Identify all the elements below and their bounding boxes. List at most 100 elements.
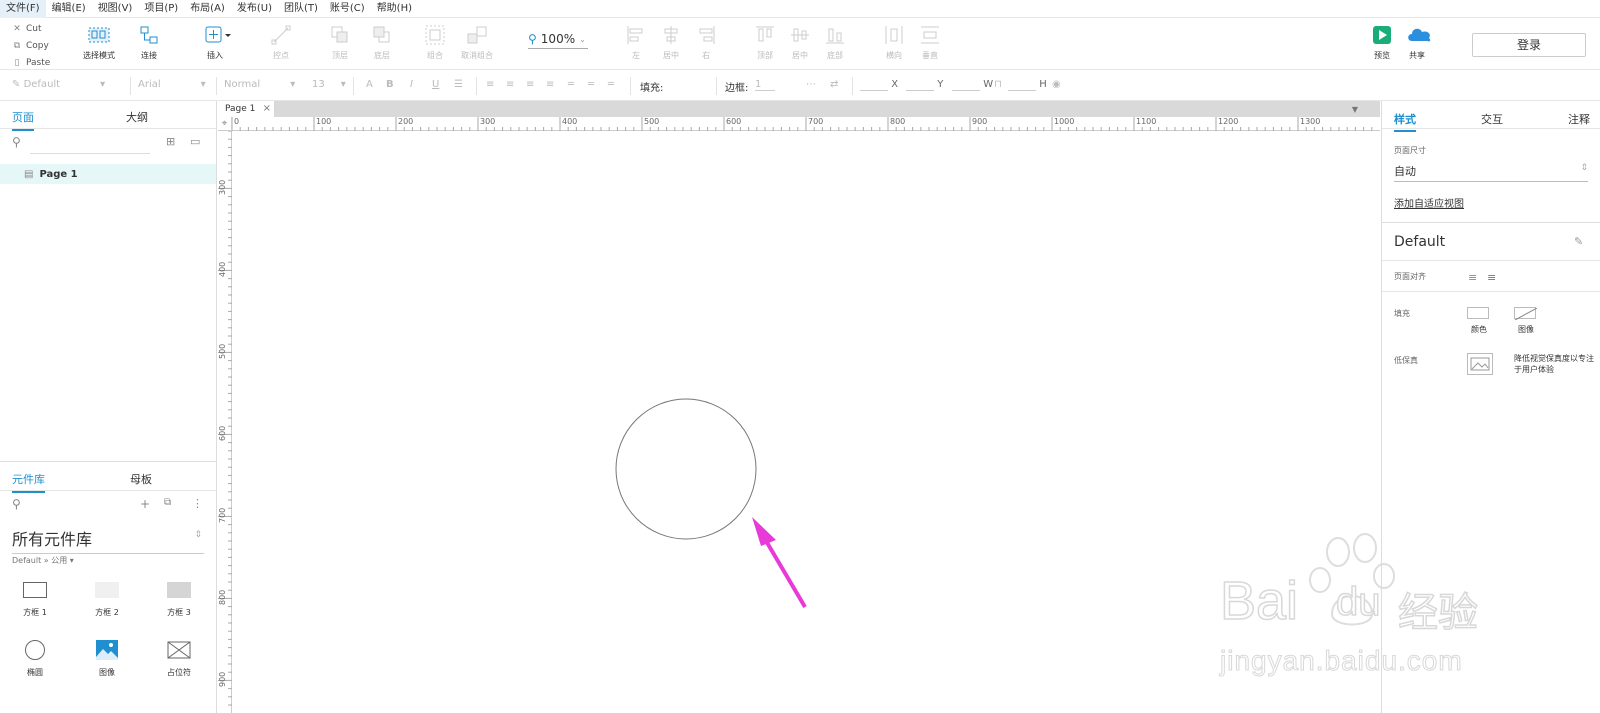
bold-icon[interactable]: B <box>386 79 394 90</box>
ruler-corner-crosshair-icon[interactable]: ⌖ <box>218 117 232 131</box>
align-right-button[interactable]: 右 <box>679 24 733 61</box>
valign-middle-icon[interactable]: ═ <box>588 79 594 90</box>
h-input[interactable]: H <box>1008 79 1047 91</box>
h-label: H <box>1039 79 1047 90</box>
text-justify-icon[interactable]: ≡ <box>546 79 554 90</box>
menu-team[interactable]: 团队(T) <box>278 0 324 18</box>
widget-placeholder[interactable]: 占位符 <box>154 639 204 678</box>
page-search-input[interactable] <box>30 153 150 154</box>
ungroup-button[interactable]: 取消组合 <box>450 24 504 61</box>
menu-publish[interactable]: 发布(U) <box>231 0 278 18</box>
divider <box>476 77 477 95</box>
cut-button[interactable]: ✕ Cut <box>0 20 60 37</box>
ruler-label: 400 <box>562 117 578 126</box>
add-library-icon[interactable]: + <box>140 497 150 511</box>
menu-account[interactable]: 账号(C) <box>324 0 371 18</box>
arrow-style-icon[interactable]: ⇄ <box>830 79 838 90</box>
fill-image-button[interactable] <box>1514 307 1538 321</box>
menu-view[interactable]: 视图(V) <box>92 0 139 18</box>
point-icon <box>270 24 292 46</box>
widget-box1[interactable]: 方框 1 <box>10 579 60 618</box>
low-fidelity-toggle[interactable] <box>1467 353 1493 375</box>
send-to-back-button[interactable]: 底层 <box>355 24 409 61</box>
align-page-center-icon[interactable]: ≡ <box>1487 271 1496 284</box>
add-adaptive-view-link[interactable]: 添加自适应视图 <box>1394 195 1464 210</box>
document-tab[interactable]: Page 1 × <box>218 101 274 117</box>
menu-arrange[interactable]: 布局(A) <box>184 0 231 18</box>
page-list-item[interactable]: ▤ Page 1 <box>0 164 216 184</box>
copy-label: Copy <box>26 40 49 51</box>
copy-icon: ⧉ <box>13 40 21 51</box>
group-icon <box>424 24 446 46</box>
y-input[interactable]: Y <box>906 79 943 91</box>
library-select[interactable]: 所有元件库 ⇕ <box>12 526 204 554</box>
valign-bottom-icon[interactable]: ═ <box>608 79 614 90</box>
horizontal-ruler[interactable]: 0 100 200 300 400 500 600 700 800 900 10… <box>232 117 1380 131</box>
format-bar: ✎ Default ▾ Arial ▾ Normal ▾ 13 ▾ A B I U ☰ … <box>0 71 1600 162</box>
menu-project[interactable]: 项目(P) <box>138 0 184 18</box>
font-color-icon[interactable]: A <box>366 79 373 90</box>
font-weight-selector[interactable]: Normal ▾ <box>224 79 295 90</box>
text-align-right-icon[interactable]: ≡ <box>526 79 534 90</box>
divider <box>630 77 631 95</box>
close-icon[interactable]: × <box>263 101 271 117</box>
point-button[interactable]: 控点 <box>254 24 308 61</box>
vertical-ruler[interactable]: 300 400 500 600 700 800 900 <box>218 131 232 713</box>
text-align-center-icon[interactable]: ≡ <box>506 79 514 90</box>
paste-button[interactable]: ▯ Paste <box>0 54 60 71</box>
add-folder-icon[interactable]: ▭ <box>190 135 200 148</box>
edit-style-icon[interactable]: ✎ <box>1574 235 1583 248</box>
valign-top-icon[interactable]: ═ <box>568 79 574 90</box>
distribute-vertical-button[interactable]: 垂直 <box>903 24 957 61</box>
widget-box3[interactable]: 方框 3 <box>154 579 204 618</box>
more-options-icon[interactable]: ⋮ <box>192 497 203 510</box>
text-align-left-icon[interactable]: ≡ <box>486 79 494 90</box>
align-bottom-button[interactable]: 底部 <box>808 24 862 61</box>
copy-button[interactable]: ⧉ Copy <box>0 37 60 54</box>
login-button[interactable]: 登录 <box>1472 33 1586 57</box>
connect-button[interactable]: 连接 <box>122 24 176 61</box>
menu-edit[interactable]: 编辑(E) <box>46 0 92 18</box>
library-manage-icon[interactable]: ⧉ <box>164 497 171 508</box>
bullet-list-icon[interactable]: ☰ <box>454 79 463 90</box>
fill-color-button[interactable] <box>1467 307 1489 319</box>
italic-icon[interactable]: I <box>410 79 413 90</box>
font-selector[interactable]: Arial ▾ <box>138 79 206 90</box>
tab-outline[interactable]: 大纲 <box>126 109 148 129</box>
library-breadcrumb[interactable]: Default » 公用 ▾ <box>12 555 74 566</box>
align-page-left-icon[interactable]: ≡ <box>1468 271 1477 284</box>
style-selector[interactable]: ✎ Default ▾ <box>12 79 105 90</box>
chevron-updown-icon: ⇕ <box>1580 163 1588 173</box>
page-size-select[interactable]: 自动 ⇕ <box>1394 163 1588 182</box>
lock-ratio-icon[interactable]: ⊓ <box>994 79 1002 90</box>
library-search-icon[interactable]: ⚲ <box>12 497 21 511</box>
insert-button[interactable]: 插入 <box>188 24 242 61</box>
zoom-selector[interactable]: ⚲ 100% ⌄ <box>528 32 588 49</box>
ruler-label: 800 <box>218 589 227 605</box>
add-page-icon[interactable]: ⊞ <box>166 135 175 148</box>
tab-masters[interactable]: 母板 <box>130 471 152 491</box>
ellipse-shape[interactable] <box>615 398 757 540</box>
search-icon[interactable]: ⚲ <box>12 135 21 149</box>
design-canvas[interactable] <box>233 132 1380 713</box>
point-label: 控点 <box>273 51 289 60</box>
plus-box-icon <box>204 24 231 46</box>
w-input[interactable]: W <box>952 79 993 91</box>
widget-ellipse[interactable]: 椭圆 <box>10 639 60 678</box>
underline-icon[interactable]: U <box>432 79 439 90</box>
visibility-eye-icon[interactable]: ◉ <box>1052 79 1061 90</box>
tab-dropdown-icon[interactable]: ▼ <box>1352 105 1358 114</box>
border-width-input[interactable]: 1 <box>755 79 775 91</box>
font-size-selector[interactable]: 13 ▾ <box>312 79 346 90</box>
x-input[interactable]: X <box>860 79 898 91</box>
share-button[interactable]: 共享 <box>1390 24 1444 61</box>
insert-label: 插入 <box>207 51 223 60</box>
ruler-label: 1100 <box>1136 117 1157 126</box>
widget-box2[interactable]: 方框 2 <box>82 579 132 618</box>
menu-help[interactable]: 帮助(H) <box>371 0 418 18</box>
border-style-icon[interactable]: ⋯ <box>806 79 816 90</box>
widget-image[interactable]: 图像 <box>82 639 132 678</box>
menu-file[interactable]: 文件(F) <box>0 0 46 18</box>
select-mode-button[interactable]: 选择模式 <box>72 24 126 61</box>
ellipse-icon <box>25 639 45 661</box>
